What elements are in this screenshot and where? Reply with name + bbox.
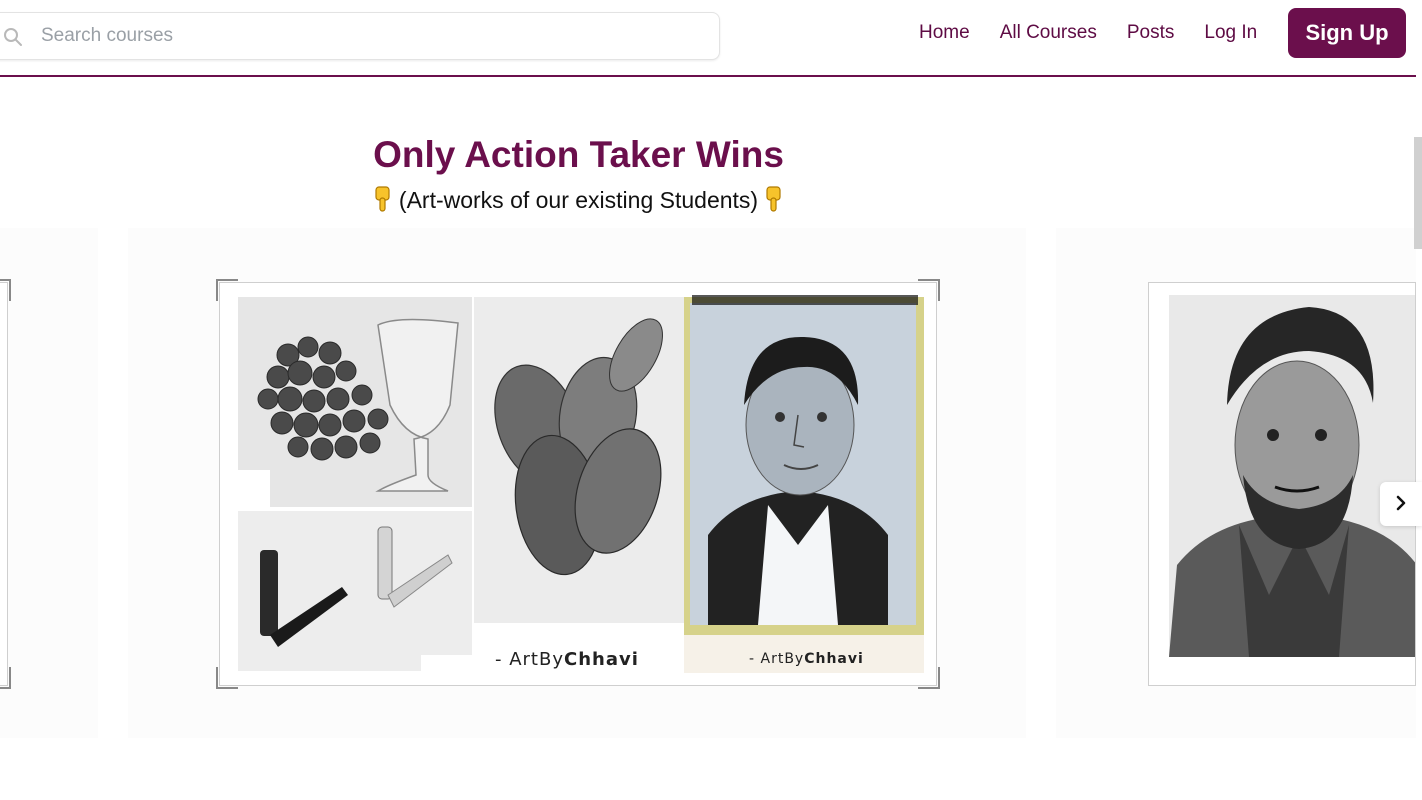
scrollbar-thumb[interactable]	[1414, 137, 1422, 249]
nail-clipper-sketch	[238, 511, 472, 671]
carousel-slide-previous[interactable]	[0, 228, 98, 738]
nav-all-courses-link[interactable]: All Courses	[1000, 22, 1097, 44]
frame-corner	[1149, 283, 1167, 301]
frame-corner	[0, 279, 11, 301]
nav-home-link[interactable]: Home	[919, 22, 970, 44]
site-header: Home All Courses Posts Log In Sign Up	[0, 0, 1416, 77]
artist-caption: - ArtByChhavi	[749, 651, 864, 667]
sign-up-button[interactable]: Sign Up	[1288, 8, 1406, 58]
section-title: Only Action Taker Wins	[373, 134, 784, 175]
artwork-frame-previous	[0, 279, 11, 689]
frame-corner	[216, 279, 238, 301]
frame-corner	[1149, 667, 1167, 685]
artwork-carousel[interactable]: - ArtByChhavi - ArtByChhavi	[0, 137, 1422, 738]
section-subtitle: (Art-works of our existing Students)	[0, 185, 1157, 214]
frame-corner	[0, 667, 11, 689]
artist-prefix: - ArtBy	[749, 651, 805, 667]
artwork-frame-next	[1148, 282, 1416, 686]
main-nav: Home All Courses Posts Log In	[919, 0, 1287, 66]
artwork-collage	[238, 295, 924, 673]
artwork-frame-current: - ArtByChhavi - ArtByChhavi	[216, 279, 940, 689]
artist-prefix: - ArtBy	[495, 649, 564, 670]
nav-login-link[interactable]: Log In	[1204, 22, 1257, 44]
artist-name: Chhavi	[564, 649, 639, 670]
artist-caption: - ArtByChhavi	[495, 649, 639, 670]
nav-posts-link[interactable]: Posts	[1127, 22, 1175, 44]
frame-corner	[216, 667, 238, 689]
carousel-next-button[interactable]	[1380, 482, 1422, 526]
pointing-down-hand-icon	[766, 186, 782, 212]
chevron-right-icon	[1396, 495, 1406, 510]
search-input[interactable]	[41, 13, 701, 59]
portrait-sketch	[1169, 295, 1415, 657]
artist-name: Chhavi	[804, 651, 864, 667]
grapes-glass-sketch	[238, 297, 472, 507]
pointing-down-hand-icon	[374, 186, 390, 212]
portrait-sketch	[684, 295, 924, 673]
subtitle-text: (Art-works of our existing Students)	[398, 187, 759, 213]
almonds-sketch	[474, 297, 684, 623]
search-bar[interactable]	[0, 12, 720, 60]
search-icon	[4, 28, 22, 46]
